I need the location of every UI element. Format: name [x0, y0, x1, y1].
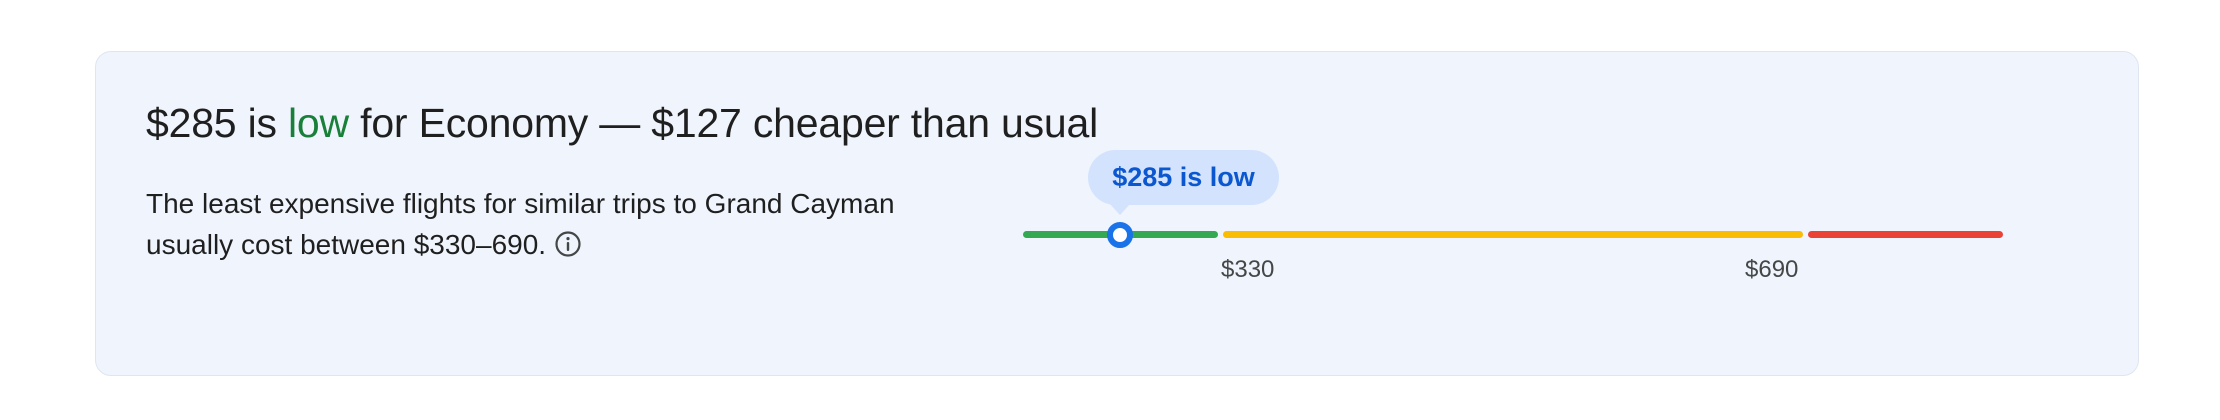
price-range-high-segment	[1808, 231, 2003, 238]
price-range-typical-segment	[1223, 231, 1803, 238]
info-icon[interactable]	[554, 228, 582, 257]
headline-rest: for Economy — $127 cheaper than usual	[348, 100, 1099, 146]
headline-is: is	[236, 100, 289, 146]
headline-price-level: low	[288, 100, 349, 146]
headline-price: $285	[146, 100, 237, 146]
typical-range-low-label: $330	[1221, 256, 1275, 283]
current-price-marker	[1107, 222, 1133, 248]
price-headline: $285 is low for Economy — $127 cheaper t…	[146, 100, 1098, 147]
price-description: The least expensive flights for similar …	[146, 183, 966, 265]
price-description-text: The least expensive flights for similar …	[146, 188, 895, 260]
current-price-bubble-tail	[1110, 204, 1130, 215]
typical-range-high-label: $690	[1745, 256, 1799, 283]
current-price-bubble: $285 is low	[1088, 150, 1279, 205]
